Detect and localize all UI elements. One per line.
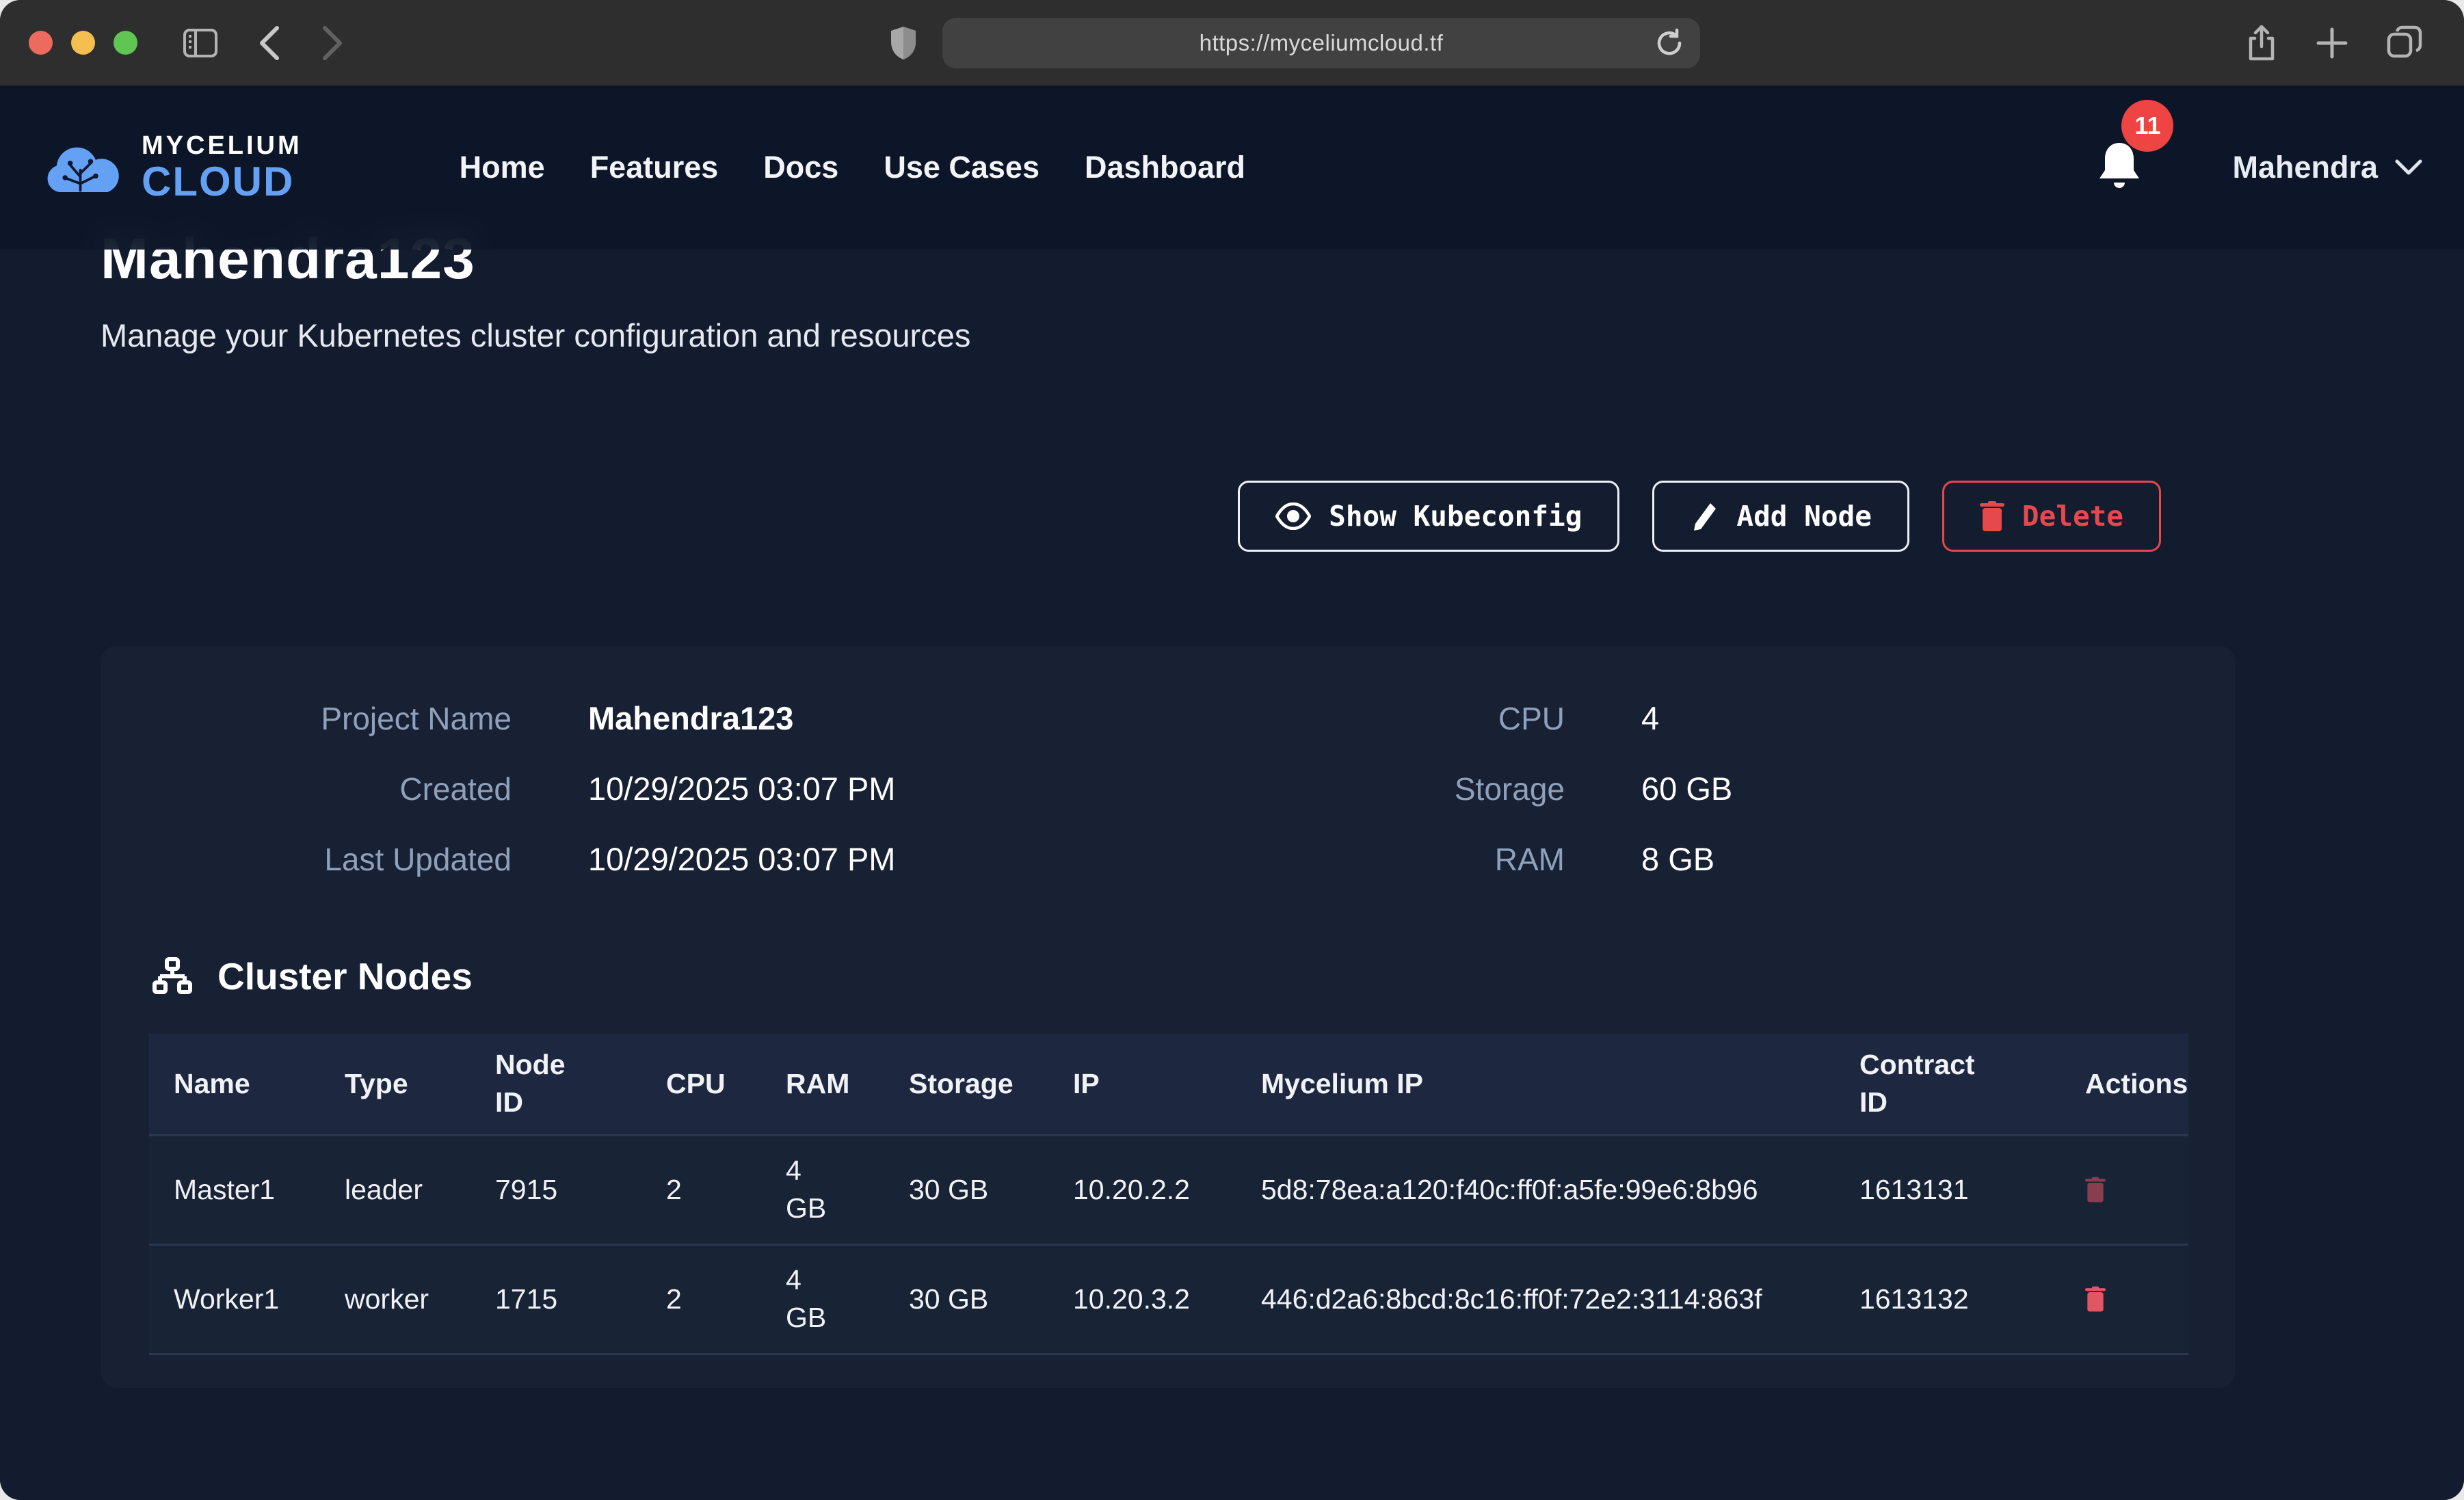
zoom-window-button[interactable] <box>114 31 137 55</box>
table-row: Worker1worker171524 GB30 GB10.20.3.2446:… <box>149 1246 2188 1355</box>
cell-actions <box>2061 1274 2188 1324</box>
show-kubeconfig-label: Show Kubeconfig <box>1329 500 1582 533</box>
cell-node-id: 1715 <box>471 1268 641 1330</box>
info-right-label: RAM <box>1257 841 1565 878</box>
nodes-table: NameTypeNode IDCPURAMStorageIPMycelium I… <box>149 1034 2188 1355</box>
cluster-nodes-title: Cluster Nodes <box>217 954 473 998</box>
show-kubeconfig-button[interactable]: Show Kubeconfig <box>1238 481 1619 552</box>
column-header-actions: Actions <box>2061 1053 2188 1115</box>
nav-link-features[interactable]: Features <box>590 150 719 185</box>
project-info: Project NameMahendra123CPU4 Created10/29/… <box>101 699 2235 878</box>
nav-link-docs[interactable]: Docs <box>763 150 838 185</box>
nav-link-dashboard[interactable]: Dashboard <box>1085 150 1245 185</box>
user-name: Mahendra <box>2232 150 2378 185</box>
info-right-value: 4 <box>1565 699 2235 737</box>
mycelium-cloud-logo[interactable]: MYCELIUM CLOUD <box>41 133 302 202</box>
column-header-ram: RAM <box>761 1053 884 1115</box>
info-left-value: 10/29/2025 03:07 PM <box>512 770 1257 807</box>
column-header-type: Type <box>320 1053 471 1115</box>
add-node-button[interactable]: Add Node <box>1652 481 1909 552</box>
cluster-nodes-header: Cluster Nodes <box>149 954 2235 998</box>
info-right-value: 60 GB <box>1565 770 2235 807</box>
info-right-value: 8 GB <box>1565 840 2235 878</box>
page-viewport: Mahendra123 Manage your Kubernetes clust… <box>0 85 2464 1500</box>
reload-icon[interactable] <box>1654 27 1685 59</box>
table-row: Master1leader791524 GB30 GB10.20.2.25d8:… <box>149 1136 2188 1246</box>
column-header-node-id: Node ID <box>471 1034 641 1134</box>
cell-ip: 10.20.2.2 <box>1048 1159 1236 1221</box>
cell-cpu: 2 <box>641 1159 761 1221</box>
tab-overview-icon[interactable] <box>2386 25 2423 62</box>
cell-type: worker <box>320 1268 471 1330</box>
column-header-storage: Storage <box>884 1053 1048 1115</box>
pencil-icon <box>1690 500 1719 532</box>
column-header-cpu: CPU <box>641 1053 761 1115</box>
cell-mycelium-ip: 5d8:78ea:a120:f40c:ff0f:a5fe:99e6:8b96 <box>1236 1159 1835 1221</box>
info-left-label: Created <box>101 771 512 807</box>
cell-actions <box>2061 1164 2188 1215</box>
cell-ram: 4 GB <box>761 1249 884 1350</box>
add-node-label: Add Node <box>1736 500 1871 533</box>
delete-label: Delete <box>2022 500 2123 533</box>
delete-node-button[interactable] <box>2085 1177 2106 1203</box>
chevron-down-icon <box>2394 159 2423 176</box>
nav-links: Home Features Docs Use Cases Dashboard <box>460 150 1245 185</box>
minimize-window-button[interactable] <box>71 31 95 55</box>
cell-storage: 30 GB <box>884 1268 1048 1330</box>
site-navbar: MYCELIUM CLOUD Home Features Docs Use Cases… <box>0 85 2464 250</box>
delete-cluster-button[interactable]: Delete <box>1942 481 2161 552</box>
cloud-logo-icon <box>41 136 127 199</box>
cell-cpu: 2 <box>641 1268 761 1330</box>
column-header-contract-id: Contract ID <box>1835 1034 2061 1134</box>
nav-link-home[interactable]: Home <box>460 150 545 185</box>
cell-contract-id: 1613132 <box>1835 1268 2061 1330</box>
cell-contract-id: 1613131 <box>1835 1159 2061 1221</box>
info-right-label: Storage <box>1257 771 1565 807</box>
share-icon[interactable] <box>2245 23 2278 63</box>
notification-badge: 11 <box>2121 100 2173 152</box>
info-right-label: CPU <box>1257 700 1565 737</box>
back-button[interactable] <box>258 25 281 61</box>
delete-node-button[interactable] <box>2085 1286 2106 1312</box>
table-header-row: NameTypeNode IDCPURAMStorageIPMycelium I… <box>149 1034 2188 1136</box>
cell-mycelium-ip: 446:d2a6:8bcd:8c16:ff0f:72e2:3114:863f <box>1236 1268 1835 1330</box>
info-left-label: Project Name <box>101 700 512 737</box>
eye-icon <box>1275 503 1311 530</box>
logo-text-mycelium: MYCELIUM <box>142 133 302 159</box>
user-menu[interactable]: Mahendra <box>2232 150 2423 185</box>
cell-ip: 10.20.3.2 <box>1048 1268 1236 1330</box>
cell-ram: 4 GB <box>761 1140 884 1240</box>
column-header-mycelium-ip: Mycelium IP <box>1236 1053 1835 1115</box>
column-header-name: Name <box>149 1053 320 1115</box>
cell-node-id: 7915 <box>471 1159 641 1221</box>
browser-toolbar: https://myceliumcloud.tf <box>0 0 2464 85</box>
cluster-actions: Show Kubeconfig Add Node Delete <box>0 481 2161 552</box>
cell-type: leader <box>320 1159 471 1221</box>
info-left-label: Last Updated <box>101 841 512 878</box>
shield-icon <box>889 25 918 61</box>
sidebar-toggle-icon[interactable] <box>183 28 218 58</box>
notifications-button[interactable]: 11 <box>2095 135 2150 200</box>
info-left-value: 10/29/2025 03:07 PM <box>512 840 1257 878</box>
cell-storage: 30 GB <box>884 1159 1048 1221</box>
info-left-value: Mahendra123 <box>512 699 1257 737</box>
address-bar[interactable]: https://myceliumcloud.tf <box>942 18 1700 68</box>
browser-window: https://myceliumcloud.tf <box>0 0 2464 1500</box>
trash-icon <box>1980 501 2004 531</box>
close-window-button[interactable] <box>29 31 53 55</box>
column-header-ip: IP <box>1048 1053 1236 1115</box>
cluster-details-card: Project NameMahendra123CPU4Created10/29/… <box>101 646 2235 1388</box>
logo-text-cloud: CLOUD <box>142 161 302 202</box>
page-subtitle: Manage your Kubernetes cluster configura… <box>101 317 2464 354</box>
main-content: Mahendra123 Manage your Kubernetes clust… <box>0 85 2464 1500</box>
nav-link-use-cases[interactable]: Use Cases <box>884 150 1039 185</box>
traffic-lights <box>29 31 137 55</box>
new-tab-icon[interactable] <box>2315 26 2349 60</box>
cell-name: Master1 <box>149 1159 320 1221</box>
cell-name: Worker1 <box>149 1268 320 1330</box>
url-text: https://myceliumcloud.tf <box>1200 30 1444 56</box>
network-hierarchy-icon <box>149 956 196 996</box>
forward-button[interactable] <box>321 25 344 61</box>
